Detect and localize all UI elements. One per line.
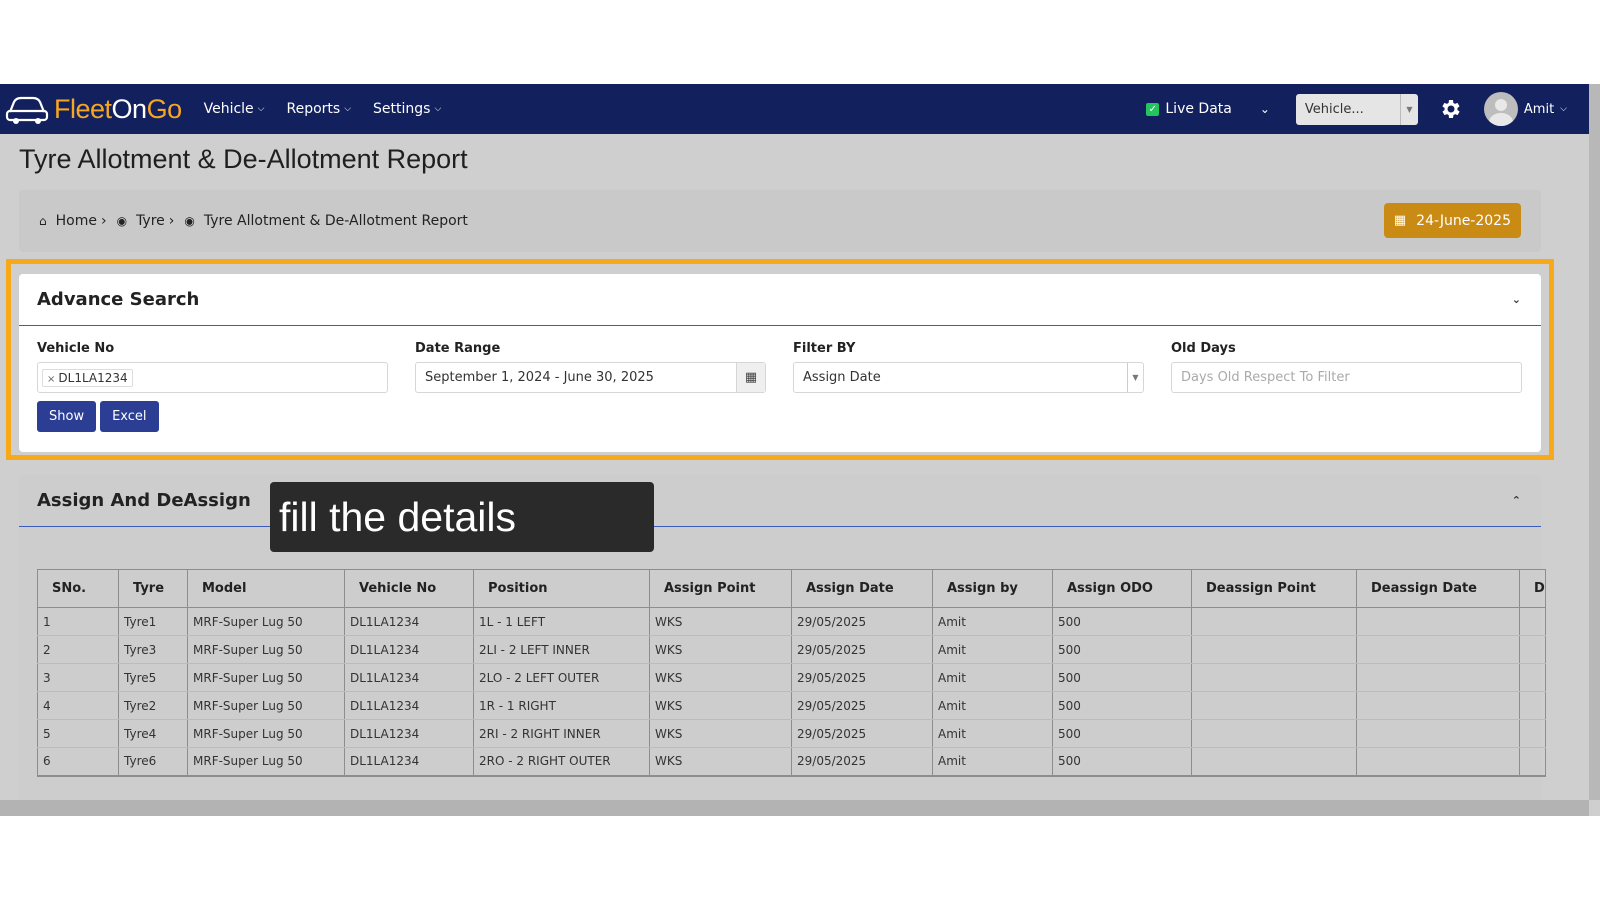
chevron-up-icon[interactable]: ⌃: [1512, 494, 1521, 507]
logo-text: FleetOnGo: [54, 93, 182, 124]
checkbox-checked-icon: ✓: [1146, 102, 1160, 116]
column-header[interactable]: Deassign Point: [1191, 569, 1357, 608]
top-navbar: FleetOnGo Vehicle ⌵ Reports ⌵ Settings ⌵ ✓ …: [0, 84, 1589, 134]
nav-right: ✓ Live Data ⌄ Vehicle... ▼ Amit ⌵: [1146, 84, 1589, 134]
breadcrumb: ⌂ Home › ◉ Tyre › ◉ Tyre Allotment & De-Al…: [19, 190, 1541, 252]
breadcrumb-current: ◉ Tyre Allotment & De-Allotment Report: [184, 213, 468, 229]
assign-table: SNo. Tyre Model Vehicle No Position Assi…: [37, 569, 1546, 777]
column-header[interactable]: Assign Point: [649, 569, 792, 608]
chevron-down-icon: ⌵: [257, 104, 265, 114]
dropdown-arrow-icon: ▼: [1399, 93, 1418, 125]
instruction-tooltip: fill the details: [270, 482, 654, 552]
user-name: Amit: [1523, 101, 1555, 117]
menu-vehicle[interactable]: Vehicle ⌵: [204, 101, 265, 117]
chevron-down-icon[interactable]: ⌄: [1260, 102, 1270, 116]
vertical-scrollbar[interactable]: [1589, 84, 1600, 800]
page-title: Tyre Allotment & De-Allotment Report: [19, 144, 468, 174]
car-logo-icon: [5, 96, 49, 124]
column-header[interactable]: Tyre: [118, 569, 188, 608]
user-menu[interactable]: Amit ⌵: [1483, 92, 1567, 126]
breadcrumb-tyre[interactable]: ◉ Tyre ›: [117, 213, 185, 229]
column-header[interactable]: Assign Date: [791, 569, 933, 608]
calendar-icon: ▦: [1393, 213, 1407, 228]
column-header[interactable]: Assign ODO: [1052, 569, 1192, 608]
column-header[interactable]: Position: [473, 569, 650, 608]
tachometer-icon: ◉: [184, 214, 195, 228]
chevron-down-icon: ⌵: [434, 104, 442, 114]
chevron-down-icon: ⌵: [344, 104, 352, 114]
vehicle-select[interactable]: Vehicle... ▼: [1295, 93, 1418, 125]
column-header[interactable]: Model: [187, 569, 345, 608]
horizontal-scrollbar[interactable]: [0, 800, 1589, 816]
live-data-toggle[interactable]: ✓ Live Data: [1146, 101, 1232, 117]
table-row: 6 Tyre6 MRF-Super Lug 50 DL1LA1234 2RO - 2 R…: [37, 747, 1546, 777]
date-badge[interactable]: ▦ 24-June-2025: [1383, 203, 1521, 238]
results-header[interactable]: Assign And DeAssign ⌃: [19, 475, 1541, 527]
results-title: Assign And DeAssign: [37, 490, 251, 511]
gear-icon[interactable]: [1438, 97, 1462, 121]
menu-settings[interactable]: Settings ⌵: [373, 101, 441, 117]
column-header[interactable]: Deassign Date: [1356, 569, 1520, 608]
column-header[interactable]: D: [1519, 569, 1546, 608]
column-header[interactable]: SNo.: [37, 569, 119, 608]
logo[interactable]: FleetOnGo: [4, 92, 182, 126]
menu-reports[interactable]: Reports ⌵: [287, 101, 352, 117]
app-frame: FleetOnGo Vehicle ⌵ Reports ⌵ Settings ⌵ ✓ …: [0, 84, 1600, 816]
breadcrumb-home[interactable]: ⌂ Home ›: [39, 213, 117, 229]
main-menu: Vehicle ⌵ Reports ⌵ Settings ⌵: [204, 101, 464, 117]
table-row: 4 Tyre2 MRF-Super Lug 50 DL1LA1234 1R - 1 RI…: [37, 691, 1546, 720]
chevron-down-icon: ⌵: [1560, 104, 1567, 114]
date-badge-label: 24-June-2025: [1416, 212, 1511, 229]
table-row: 1 Tyre1 MRF-Super Lug 50 DL1LA1234 1L - 1 LE…: [37, 607, 1546, 636]
avatar: [1483, 92, 1518, 126]
highlight-box: [6, 259, 1554, 460]
table-row: 3 Tyre5 MRF-Super Lug 50 DL1LA1234 2LO - 2 L…: [37, 663, 1546, 692]
home-icon: ⌂: [39, 214, 47, 228]
column-header[interactable]: Assign by: [932, 569, 1053, 608]
table-row: 2 Tyre3 MRF-Super Lug 50 DL1LA1234 2LI - 2 L…: [37, 635, 1546, 664]
column-header[interactable]: Vehicle No: [344, 569, 474, 608]
vehicle-select-value: Vehicle...: [1304, 101, 1364, 117]
live-data-label: Live Data: [1165, 101, 1232, 117]
tachometer-icon: ◉: [116, 214, 128, 228]
table-row: 5 Tyre4 MRF-Super Lug 50 DL1LA1234 2RI - 2 R…: [37, 719, 1546, 748]
